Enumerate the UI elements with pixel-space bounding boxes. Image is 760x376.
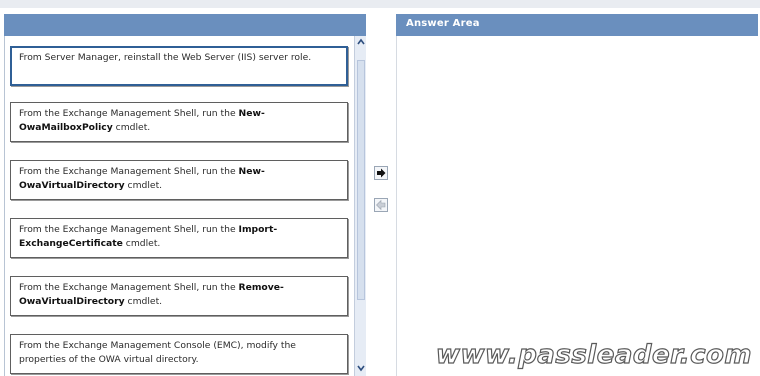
list-item[interactable]: From Server Manager, reinstall the Web S… <box>10 46 348 86</box>
answer-area-title: Answer Area <box>406 18 480 29</box>
watermark: www.passleader.com <box>435 339 752 370</box>
list-item[interactable]: From the Exchange Management Shell, run … <box>10 102 348 142</box>
arrow-left-icon[interactable] <box>374 198 388 212</box>
list-item[interactable]: From the Exchange Management Console (EM… <box>10 334 348 374</box>
options-list: From Server Manager, reinstall the Web S… <box>4 36 355 376</box>
scroll-thumb[interactable] <box>357 60 365 300</box>
arrow-right-icon[interactable] <box>374 166 388 180</box>
drag-drop-question: From Server Manager, reinstall the Web S… <box>0 0 760 376</box>
list-item[interactable]: From the Exchange Management Shell, run … <box>10 160 348 200</box>
answer-area-dropzone[interactable] <box>396 36 759 376</box>
top-strip <box>0 0 760 8</box>
answer-area-header: Answer Area <box>396 14 758 37</box>
list-item[interactable]: From the Exchange Management Shell, run … <box>10 218 348 258</box>
move-controls <box>366 14 396 376</box>
list-item[interactable]: From the Exchange Management Shell, run … <box>10 276 348 316</box>
options-header <box>4 14 366 37</box>
